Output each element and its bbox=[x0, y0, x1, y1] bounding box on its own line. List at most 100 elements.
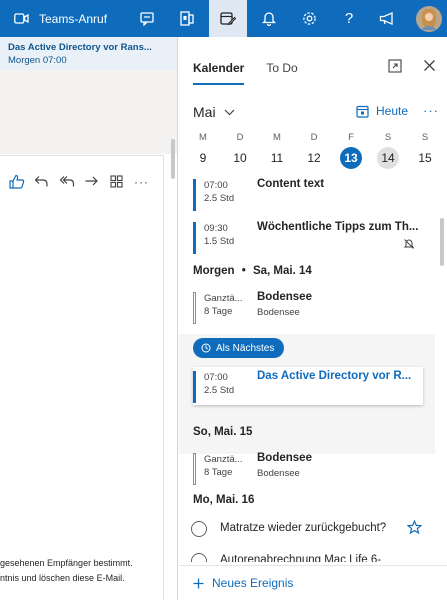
calendar-today-icon bbox=[356, 105, 369, 118]
day-header-date: Sa, Mai. 14 bbox=[252, 265, 312, 277]
footer-line-2: ntnis und löschen diese E-Mail. bbox=[0, 573, 125, 583]
event-item[interactable]: Ganztä... 8 Tage Bodensee Bodensee bbox=[193, 451, 425, 491]
apps-button[interactable] bbox=[108, 173, 125, 190]
new-event-label: Neues Ereignis bbox=[212, 576, 294, 590]
video-icon bbox=[14, 13, 29, 24]
meeting-reminder-banner[interactable]: Das Active Directory vor Rans... Morgen … bbox=[0, 37, 177, 70]
notifications-button[interactable] bbox=[254, 0, 284, 37]
office-icon bbox=[180, 11, 194, 26]
event-location: Bodensee bbox=[257, 468, 300, 479]
event-title: Das Active Directory vor R... bbox=[257, 370, 412, 382]
tab-calendar[interactable]: Kalender bbox=[193, 61, 245, 85]
weekday-date: 12 bbox=[307, 151, 321, 165]
calendar-side-panel: Kalender To Do Mai Heute ··· M9 D 10 M 11 … bbox=[179, 37, 447, 600]
weekday-wed[interactable]: M 11 bbox=[265, 132, 289, 169]
event-start: 07:00 bbox=[204, 180, 228, 191]
help-button[interactable]: ? bbox=[334, 0, 364, 37]
weekday-date: 10 bbox=[233, 151, 247, 165]
apps-icon bbox=[110, 175, 123, 188]
chat-button[interactable] bbox=[133, 0, 163, 37]
weekday-mon[interactable]: M9 bbox=[191, 132, 215, 169]
todo-title: Autorenabrechnung Mac Life 6- bbox=[220, 554, 382, 562]
event-item[interactable]: 09:30 1.5 Std Wöchentliche Tipps zum Th..… bbox=[193, 220, 425, 260]
mail-scrollbar[interactable] bbox=[171, 139, 175, 179]
event-item[interactable]: Ganztä... 8 Tage Bodensee Bodensee bbox=[193, 290, 425, 330]
agenda-list: 07:00 2.5 Std Content text 09:30 1.5 Std W… bbox=[179, 176, 447, 562]
selected-date: 13 bbox=[340, 147, 362, 169]
event-color-bar bbox=[193, 292, 196, 324]
todo-item[interactable]: Autorenabrechnung Mac Life 6- bbox=[191, 551, 431, 562]
weekday-fri[interactable]: F 13 bbox=[339, 132, 363, 169]
day-header-tomorrow: Morgen • Sa, Mai. 14 bbox=[193, 265, 312, 277]
event-start: 09:30 bbox=[204, 223, 228, 234]
close-icon bbox=[424, 60, 435, 71]
close-panel-button[interactable] bbox=[423, 59, 436, 77]
avatar bbox=[416, 5, 442, 32]
thumbs-up-icon bbox=[8, 174, 24, 189]
todo-item[interactable]: Matratze wieder zurückgebucht? bbox=[191, 519, 431, 543]
day-header-sunday: So, Mai. 15 bbox=[193, 426, 253, 438]
help-icon: ? bbox=[344, 10, 354, 27]
event-time: 09:30 1.5 Std bbox=[204, 222, 248, 248]
settings-button[interactable] bbox=[294, 0, 324, 37]
month-selector[interactable]: Mai bbox=[193, 104, 235, 120]
event-start: Ganztä... bbox=[204, 454, 243, 465]
mail-message-card bbox=[0, 155, 164, 600]
office-button[interactable] bbox=[172, 0, 202, 37]
event-title: Content text bbox=[257, 178, 325, 190]
reply-button[interactable] bbox=[33, 173, 50, 190]
event-title: Wöchentliche Tipps zum Th... bbox=[257, 221, 419, 233]
expand-icon bbox=[388, 59, 402, 73]
event-title: Bodensee bbox=[257, 291, 312, 303]
mail-footer-text: gesehenen Empfänger bestimmt. ntnis und … bbox=[0, 556, 177, 586]
weekday-date: 11 bbox=[270, 151, 284, 165]
calendar-more-button[interactable]: ··· bbox=[423, 103, 439, 118]
bell-icon bbox=[262, 12, 276, 26]
todo-title: Matratze wieder zurückgebucht? bbox=[220, 522, 387, 534]
tab-todo[interactable]: To Do bbox=[266, 61, 297, 75]
todo-checkbox[interactable] bbox=[191, 521, 207, 537]
plus-icon bbox=[193, 578, 204, 588]
expand-button[interactable] bbox=[388, 59, 402, 78]
megaphone-icon bbox=[379, 12, 393, 25]
agenda-scrollbar[interactable] bbox=[440, 218, 444, 266]
feedback-button[interactable] bbox=[372, 0, 402, 37]
teams-call-button[interactable]: Teams-Anruf bbox=[14, 0, 124, 37]
todo-checkbox[interactable] bbox=[191, 553, 207, 562]
gear-icon bbox=[302, 12, 316, 25]
mail-reading-pane: Das Active Directory vor Rans... Morgen … bbox=[0, 37, 178, 600]
event-start: 07:00 bbox=[204, 372, 228, 383]
star-icon[interactable] bbox=[407, 520, 422, 535]
weekday-tue[interactable]: D 10 bbox=[228, 132, 252, 169]
reply-all-button[interactable] bbox=[58, 173, 75, 190]
profile-button[interactable] bbox=[414, 0, 444, 37]
more-actions-button[interactable]: ··· bbox=[133, 173, 150, 190]
weekday-sun[interactable]: S 15 bbox=[413, 132, 437, 169]
reminder-title: Das Active Directory vor Rans... bbox=[8, 42, 152, 53]
weekday-label: S bbox=[421, 132, 429, 143]
chevron-down-icon bbox=[224, 109, 234, 115]
new-event-button[interactable]: Neues Ereignis bbox=[179, 565, 447, 600]
forward-icon bbox=[85, 176, 98, 186]
weekday-label: M bbox=[273, 132, 281, 143]
weekday-sat[interactable]: S 14 bbox=[376, 132, 400, 169]
top-toolbar: Teams-Anruf ? bbox=[0, 0, 447, 37]
forward-button[interactable] bbox=[83, 173, 100, 190]
today-button[interactable]: Heute bbox=[356, 104, 408, 118]
event-time: Ganztä... 8 Tage bbox=[204, 292, 248, 318]
chat-icon bbox=[140, 11, 154, 26]
up-next-event-card[interactable]: 07:00 2.5 Std Das Active Directory vor R.… bbox=[193, 367, 423, 405]
weekday-label: M bbox=[199, 132, 207, 143]
weekday-thu[interactable]: D 12 bbox=[302, 132, 326, 169]
event-location: Bodensee bbox=[257, 307, 300, 318]
weekday-label: D bbox=[310, 132, 318, 143]
more-icon: ··· bbox=[134, 174, 149, 189]
reply-all-icon bbox=[59, 176, 74, 187]
calendar-panel-button[interactable] bbox=[209, 0, 247, 37]
weekday-date: 9 bbox=[199, 151, 207, 165]
event-item[interactable]: 07:00 2.5 Std Content text bbox=[193, 177, 425, 217]
calendar-edit-icon bbox=[220, 12, 236, 26]
event-color-bar bbox=[193, 222, 196, 254]
event-start: Ganztä... bbox=[204, 293, 243, 304]
like-button[interactable] bbox=[8, 173, 25, 190]
